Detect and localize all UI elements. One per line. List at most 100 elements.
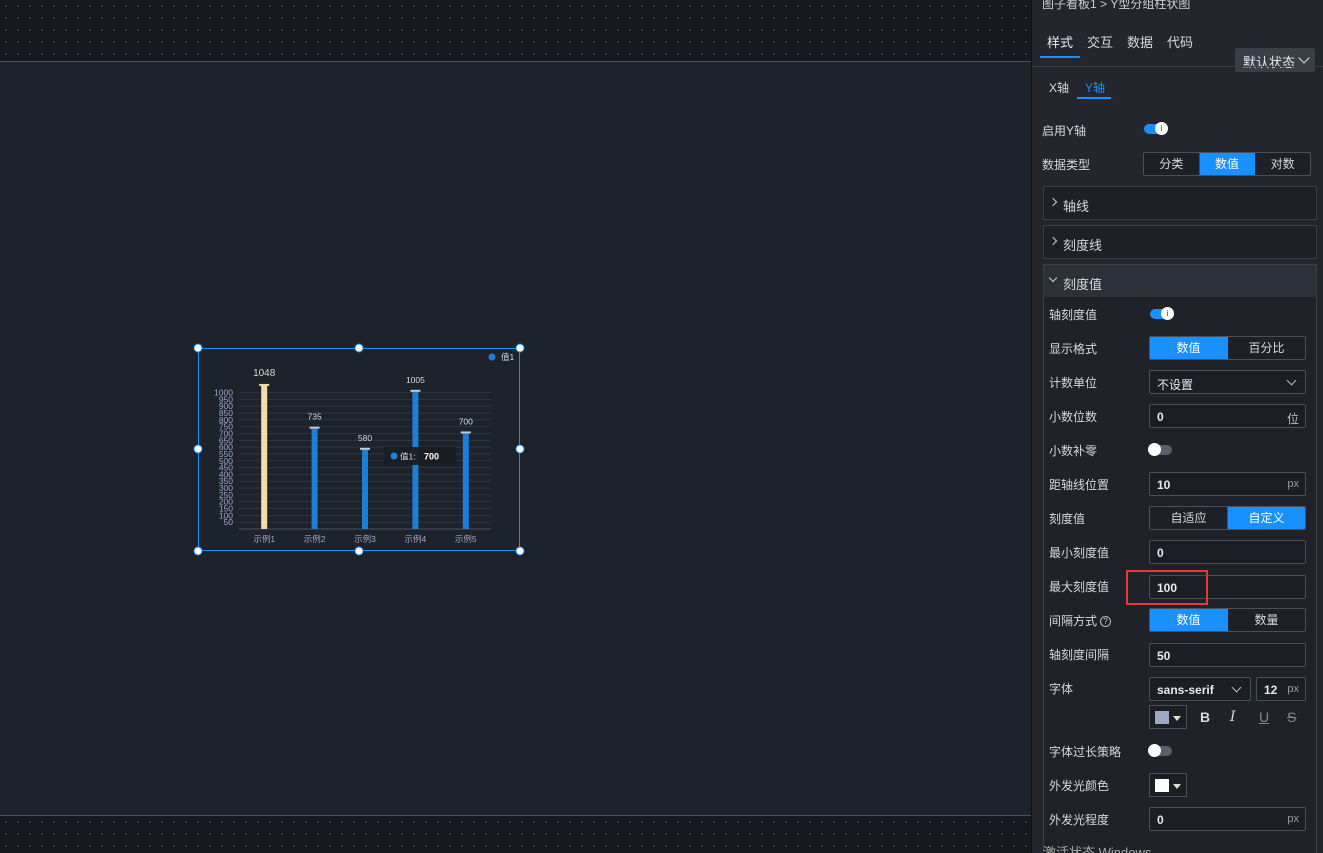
state-select-value: 默认状态 bbox=[1243, 55, 1296, 70]
resize-handle-top-right[interactable] bbox=[515, 343, 525, 353]
panel-tabs: 样式 交互 数据 代码 默认状态 bbox=[1032, 20, 1323, 72]
interval-label: 轴刻度间隔 bbox=[1049, 648, 1110, 662]
bottom-ruler bbox=[0, 815, 1031, 853]
section-title: 刻度线 bbox=[1063, 238, 1103, 253]
glow-color-picker[interactable] bbox=[1149, 773, 1187, 797]
format-percent[interactable]: 百分比 bbox=[1228, 337, 1305, 359]
bar-cap bbox=[259, 383, 270, 386]
font-label: 字体 bbox=[1049, 682, 1074, 696]
resize-handle-top-left[interactable] bbox=[193, 343, 203, 353]
chevron-down-icon bbox=[1231, 682, 1242, 693]
data-type-category[interactable]: 分类 bbox=[1144, 153, 1200, 175]
font-size-unit: px bbox=[1287, 683, 1299, 695]
overflow-toggle[interactable] bbox=[1148, 744, 1172, 757]
section-title: 刻度值 bbox=[1063, 277, 1103, 292]
section-title: 轴线 bbox=[1063, 199, 1090, 214]
interval-by-value[interactable]: 数值 bbox=[1150, 609, 1228, 631]
font-size-value: 12 bbox=[1264, 683, 1278, 697]
strikethrough-button[interactable]: S bbox=[1287, 709, 1296, 725]
offset-label: 距轴线位置 bbox=[1049, 478, 1110, 492]
tab-data[interactable]: 数据 bbox=[1127, 32, 1153, 51]
data-type-log[interactable]: 对数 bbox=[1255, 153, 1310, 175]
resize-handle-bottom-left[interactable] bbox=[193, 546, 203, 556]
x-tick-label: 示例1 bbox=[253, 534, 275, 544]
resize-handle-bottom[interactable] bbox=[354, 546, 364, 556]
glow-level-value: 0 bbox=[1157, 813, 1164, 827]
display-format-segment: 数值 百分比 bbox=[1149, 336, 1306, 360]
interval-mode-label: 间隔方式? bbox=[1049, 612, 1112, 629]
chart-component[interactable]: 50 100 150 200 250 300 350 400 450 500 550 600 650 70… bbox=[198, 348, 520, 551]
scale-custom[interactable]: 自定义 bbox=[1228, 507, 1305, 529]
resize-handle-right[interactable] bbox=[515, 444, 525, 454]
font-size-input[interactable]: 12 px bbox=[1256, 677, 1306, 701]
chevron-down-icon bbox=[1286, 375, 1297, 386]
resize-handle-left[interactable] bbox=[193, 444, 203, 454]
data-type-segment: 分类 数值 对数 bbox=[1143, 152, 1311, 176]
data-label: 700 bbox=[459, 416, 473, 426]
font-family-select[interactable]: sans-serif bbox=[1149, 677, 1251, 701]
italic-button[interactable]: I bbox=[1230, 709, 1236, 725]
glow-level-input[interactable]: 0 px bbox=[1149, 807, 1306, 831]
glow-level-unit: px bbox=[1287, 813, 1299, 825]
top-ruler bbox=[0, 0, 1031, 62]
bar bbox=[311, 428, 318, 529]
bar-cap bbox=[360, 447, 370, 450]
bar bbox=[362, 449, 368, 529]
help-icon[interactable]: ? bbox=[1100, 616, 1112, 628]
property-panel: 图子看板1 > Y型分组柱状图 样式 交互 数据 代码 默认状态 X轴 Y轴 启… bbox=[1031, 0, 1323, 853]
count-unit-select[interactable]: 不设置 bbox=[1149, 370, 1306, 394]
resize-handle-top[interactable] bbox=[354, 343, 364, 353]
zero-pad-label: 小数补零 bbox=[1049, 444, 1098, 458]
scale-auto[interactable]: 自适应 bbox=[1150, 507, 1228, 529]
breadcrumb: 图子看板1 > Y型分组柱状图 bbox=[1042, 0, 1191, 11]
subtab-y-axis[interactable]: Y轴 bbox=[1085, 79, 1105, 96]
state-select[interactable]: 默认状态 bbox=[1235, 48, 1315, 72]
tab-interaction[interactable]: 交互 bbox=[1087, 32, 1113, 51]
data-label: 1048 bbox=[253, 368, 276, 379]
bar-chart: 5010015020025030035040045050055060065070… bbox=[214, 352, 515, 544]
tab-style[interactable]: 样式 bbox=[1047, 32, 1073, 51]
subtab-x-axis[interactable]: X轴 bbox=[1049, 79, 1069, 96]
interval-input[interactable]: 50 bbox=[1149, 643, 1306, 667]
decimals-input[interactable]: 0 位 bbox=[1149, 404, 1306, 428]
min-tick-input[interactable]: 0 bbox=[1149, 540, 1306, 564]
scale-label: 刻度值 bbox=[1049, 512, 1086, 526]
data-label: 1005 bbox=[406, 375, 425, 385]
display-format-label: 显示格式 bbox=[1049, 342, 1098, 356]
interval-mode-text: 间隔方式 bbox=[1049, 614, 1098, 628]
glow-color-swatch bbox=[1155, 779, 1169, 792]
offset-unit: px bbox=[1287, 478, 1299, 490]
offset-input[interactable]: 10 px bbox=[1149, 472, 1306, 496]
legend-label: 值1 bbox=[501, 352, 515, 362]
zero-pad-toggle[interactable] bbox=[1148, 443, 1172, 456]
show-tick-toggle[interactable]: i bbox=[1150, 307, 1174, 320]
resize-handle-bottom-right[interactable] bbox=[515, 546, 525, 556]
max-tick-label: 最大刻度值 bbox=[1049, 580, 1110, 594]
underline-button[interactable]: U bbox=[1259, 709, 1269, 725]
bar-cap bbox=[460, 431, 471, 434]
bar-cap bbox=[309, 426, 320, 429]
section-tick-value[interactable]: 刻度值 bbox=[1043, 264, 1317, 298]
caret-down-icon bbox=[1173, 784, 1181, 789]
bold-button[interactable]: B bbox=[1200, 709, 1210, 725]
active-subtab-indicator bbox=[1077, 97, 1111, 99]
data-type-value[interactable]: 数值 bbox=[1199, 153, 1256, 175]
count-unit-value: 不设置 bbox=[1157, 378, 1194, 392]
show-tick-label: 轴刻度值 bbox=[1049, 308, 1098, 322]
enable-y-axis-toggle[interactable]: i bbox=[1144, 122, 1168, 135]
decimals-unit: 位 bbox=[1286, 412, 1299, 426]
legend-marker bbox=[488, 353, 496, 361]
canvas-area[interactable]: 50 100 150 200 250 300 350 400 450 500 550 600 650 70… bbox=[0, 0, 1031, 853]
interval-by-count[interactable]: 数量 bbox=[1228, 609, 1305, 631]
section-axis-line[interactable]: 轴线 bbox=[1043, 186, 1317, 220]
font-color-picker[interactable] bbox=[1149, 705, 1187, 729]
format-number[interactable]: 数值 bbox=[1150, 337, 1228, 359]
active-tab-indicator bbox=[1040, 56, 1080, 58]
glow-color-label: 外发光颜色 bbox=[1049, 779, 1110, 793]
divider bbox=[1032, 66, 1323, 67]
enable-y-axis-label: 启用Y轴 bbox=[1042, 124, 1087, 138]
tab-code[interactable]: 代码 bbox=[1167, 32, 1193, 51]
section-tick-line[interactable]: 刻度线 bbox=[1043, 225, 1317, 259]
data-label: 735 bbox=[308, 412, 322, 422]
y-tick-label: 1000 bbox=[214, 388, 233, 398]
